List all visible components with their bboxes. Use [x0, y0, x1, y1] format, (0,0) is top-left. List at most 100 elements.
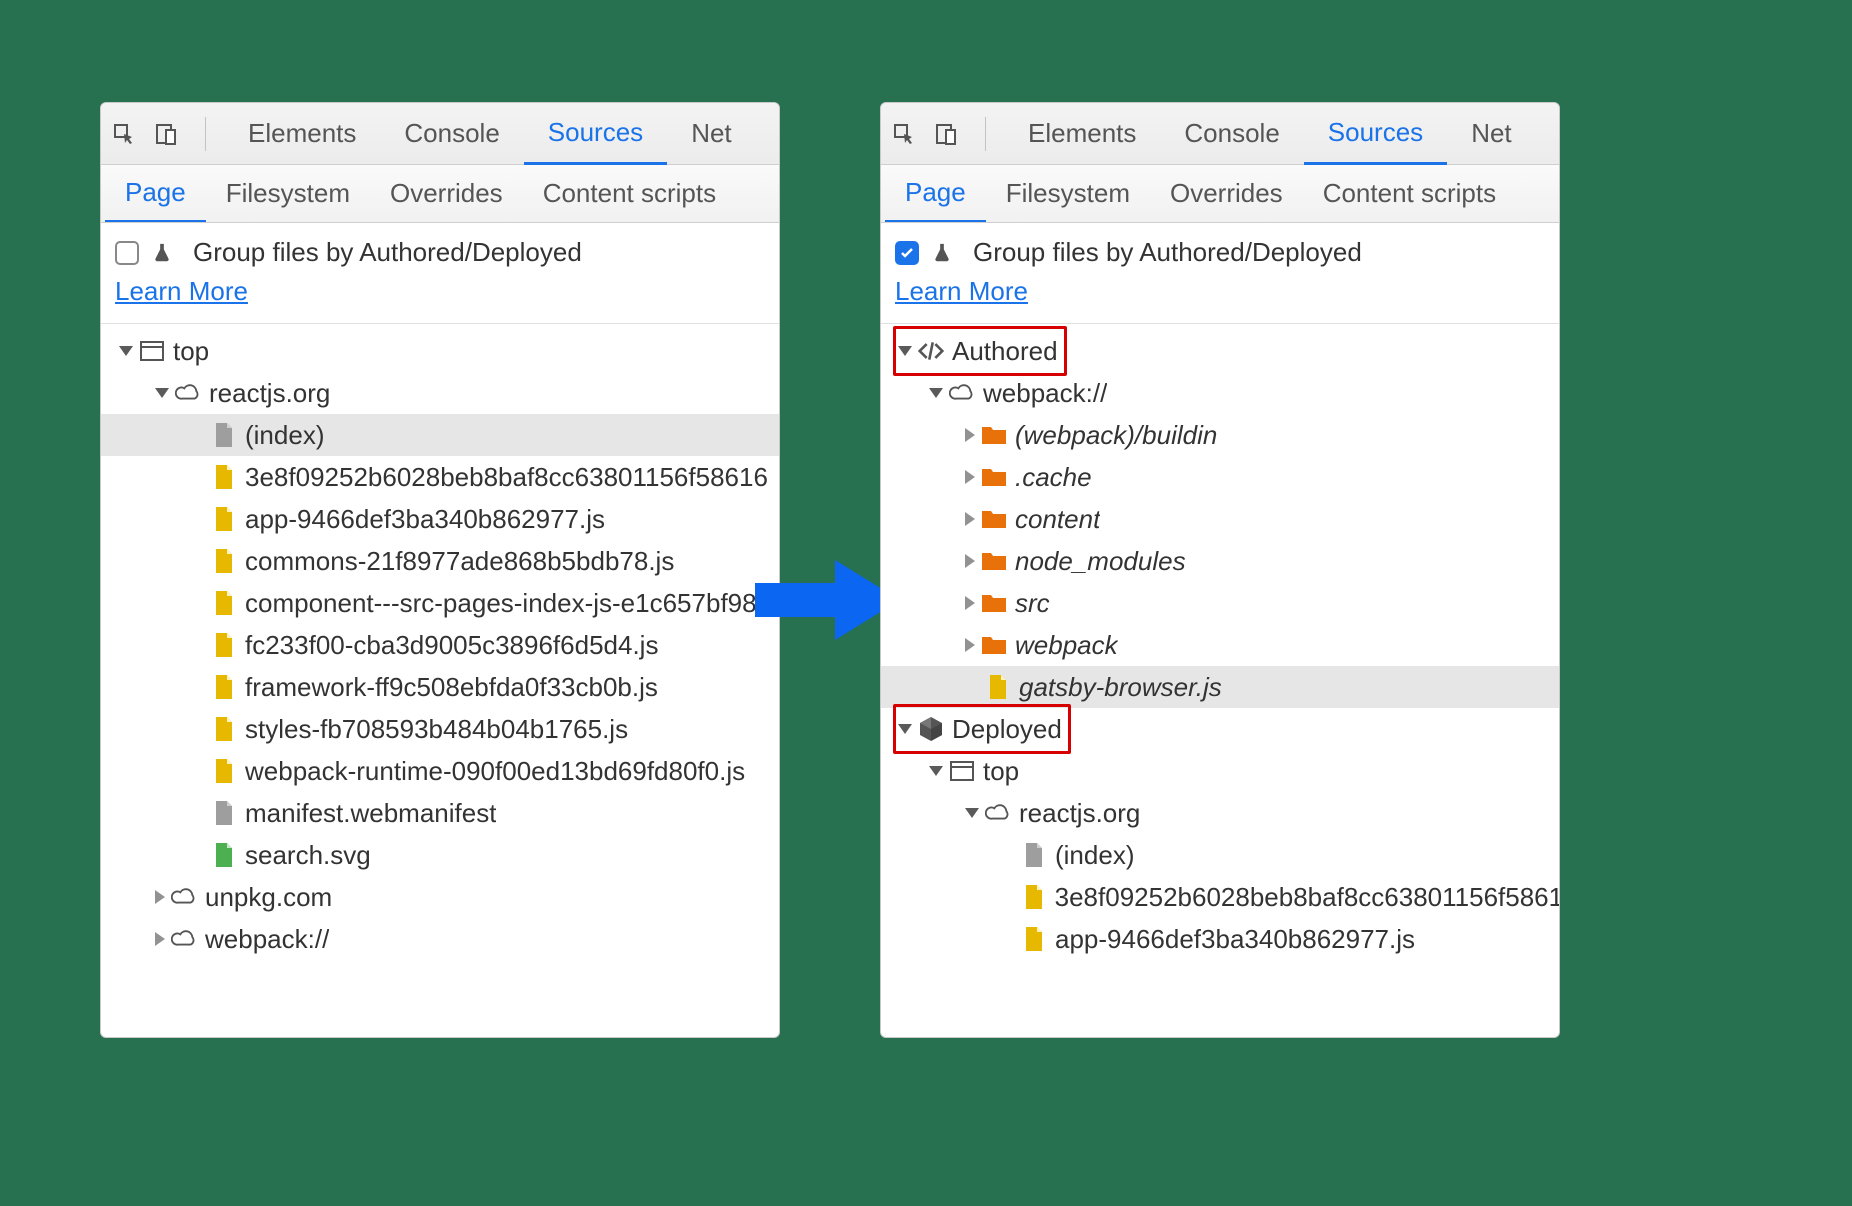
tree-label: gatsby-browser.js	[1019, 667, 1222, 707]
file-yellow-icon	[1021, 926, 1047, 952]
file-gray-icon	[211, 422, 237, 448]
tree-label: styles-fb708593b484b04b1765.js	[245, 709, 628, 749]
toolbar-divider	[985, 117, 986, 151]
tree-row[interactable]: 3e8f09252b6028beb8baf8cc63801156f5861	[881, 876, 1559, 918]
file-yellow-icon	[211, 632, 237, 658]
tree-row[interactable]: manifest.webmanifest	[101, 792, 779, 834]
tree-label: commons-21f8977ade868b5bdb78.js	[245, 541, 674, 581]
disclosure-down-icon[interactable]	[929, 766, 943, 776]
tree-label: .cache	[1015, 457, 1092, 497]
disclosure-down-icon[interactable]	[155, 388, 169, 398]
tree-row[interactable]: (webpack)/buildin	[881, 414, 1559, 456]
file-yellow-icon	[211, 506, 237, 532]
tree-row[interactable]: webpack://	[881, 372, 1559, 414]
tree-row[interactable]: Authored	[881, 330, 1559, 372]
disclosure-right-icon[interactable]	[965, 470, 975, 484]
tab-console[interactable]: Console	[380, 103, 523, 165]
tree-row[interactable]: search.svg	[101, 834, 779, 876]
subtab-overrides[interactable]: Overrides	[370, 165, 523, 223]
tab-network[interactable]: Net	[1447, 103, 1535, 165]
tree-row[interactable]: unpkg.com	[101, 876, 779, 918]
disclosure-right-icon[interactable]	[965, 638, 975, 652]
folder-icon	[981, 464, 1007, 490]
file-yellow-icon	[211, 548, 237, 574]
device-toggle-icon[interactable]	[933, 121, 959, 147]
subtab-filesystem[interactable]: Filesystem	[986, 165, 1150, 223]
inspect-icon[interactable]	[891, 121, 917, 147]
tree-label: webpack	[1015, 625, 1118, 665]
tree-label: node_modules	[1015, 541, 1186, 581]
tree-row[interactable]: webpack-runtime-090f00ed13bd69fd80f0.js	[101, 750, 779, 792]
device-toggle-icon[interactable]	[153, 121, 179, 147]
tree-label: (index)	[245, 415, 324, 455]
tree-row[interactable]: styles-fb708593b484b04b1765.js	[101, 708, 779, 750]
subtab-content-scripts[interactable]: Content scripts	[523, 165, 736, 223]
tree-row[interactable]: .cache	[881, 456, 1559, 498]
tree-row[interactable]: app-9466def3ba340b862977.js	[101, 498, 779, 540]
tab-console[interactable]: Console	[1160, 103, 1303, 165]
tree-row[interactable]: Deployed	[881, 708, 1559, 750]
tree-row[interactable]: top	[101, 330, 779, 372]
tree-row[interactable]: fc233f00-cba3d9005c3896f6d5d4.js	[101, 624, 779, 666]
code-icon	[918, 338, 944, 364]
file-yellow-icon	[985, 674, 1011, 700]
devtools-panel-before: Elements Console Sources Net Page Filesy…	[100, 102, 780, 1038]
disclosure-down-icon[interactable]	[965, 808, 979, 818]
tree-row[interactable]: top	[881, 750, 1559, 792]
disclosure-down-icon[interactable]	[119, 346, 133, 356]
tree-row[interactable]: component---src-pages-index-js-e1c657bf9…	[101, 582, 779, 624]
file-yellow-icon	[211, 716, 237, 742]
subtab-overrides[interactable]: Overrides	[1150, 165, 1303, 223]
subtab-filesystem[interactable]: Filesystem	[206, 165, 370, 223]
tab-elements[interactable]: Elements	[224, 103, 380, 165]
disclosure-right-icon[interactable]	[965, 596, 975, 610]
disclosure-down-icon[interactable]	[898, 346, 912, 356]
tree-row[interactable]: reactjs.org	[881, 792, 1559, 834]
learn-more-link[interactable]: Learn More	[115, 276, 248, 306]
file-yellow-icon	[211, 590, 237, 616]
tree-row[interactable]: app-9466def3ba340b862977.js	[881, 918, 1559, 960]
learn-more-link[interactable]: Learn More	[895, 276, 1028, 306]
tab-network[interactable]: Net	[667, 103, 755, 165]
disclosure-down-icon[interactable]	[929, 388, 943, 398]
file-tree[interactable]: topreactjs.org(index)3e8f09252b6028beb8b…	[101, 324, 779, 970]
disclosure-right-icon[interactable]	[155, 932, 165, 946]
tab-sources[interactable]: Sources	[1304, 103, 1447, 165]
tree-row[interactable]: content	[881, 498, 1559, 540]
tree-row[interactable]: webpack://	[101, 918, 779, 960]
file-yellow-icon	[211, 758, 237, 784]
group-checkbox[interactable]	[115, 241, 139, 265]
tree-row[interactable]: webpack	[881, 624, 1559, 666]
file-tree[interactable]: Authoredwebpack://(webpack)/buildin.cach…	[881, 324, 1559, 970]
tree-row[interactable]: node_modules	[881, 540, 1559, 582]
tree-row[interactable]: reactjs.org	[101, 372, 779, 414]
disclosure-right-icon[interactable]	[965, 428, 975, 442]
tree-row[interactable]: src	[881, 582, 1559, 624]
folder-icon	[981, 422, 1007, 448]
tree-row[interactable]: gatsby-browser.js	[881, 666, 1559, 708]
tree-label: app-9466def3ba340b862977.js	[1055, 919, 1415, 959]
devtools-panel-after: Elements Console Sources Net Page Filesy…	[880, 102, 1560, 1038]
tree-label: webpack-runtime-090f00ed13bd69fd80f0.js	[245, 751, 745, 791]
tree-row[interactable]: 3e8f09252b6028beb8baf8cc63801156f58616	[101, 456, 779, 498]
subtab-content-scripts[interactable]: Content scripts	[1303, 165, 1516, 223]
top-toolbar: Elements Console Sources Net	[101, 103, 779, 165]
subtab-page[interactable]: Page	[105, 165, 206, 223]
tree-row[interactable]: (index)	[101, 414, 779, 456]
inspect-icon[interactable]	[111, 121, 137, 147]
flask-icon	[149, 240, 175, 266]
disclosure-right-icon[interactable]	[965, 554, 975, 568]
file-green-icon	[211, 842, 237, 868]
tree-row[interactable]: framework-ff9c508ebfda0f33cb0b.js	[101, 666, 779, 708]
group-checkbox[interactable]	[895, 241, 919, 265]
disclosure-right-icon[interactable]	[965, 512, 975, 526]
cloud-icon	[985, 800, 1011, 826]
disclosure-down-icon[interactable]	[898, 724, 912, 734]
tree-label: top	[983, 751, 1019, 791]
tab-sources[interactable]: Sources	[524, 103, 667, 165]
tab-elements[interactable]: Elements	[1004, 103, 1160, 165]
tree-row[interactable]: (index)	[881, 834, 1559, 876]
subtab-page[interactable]: Page	[885, 165, 986, 223]
disclosure-right-icon[interactable]	[155, 890, 165, 904]
tree-row[interactable]: commons-21f8977ade868b5bdb78.js	[101, 540, 779, 582]
